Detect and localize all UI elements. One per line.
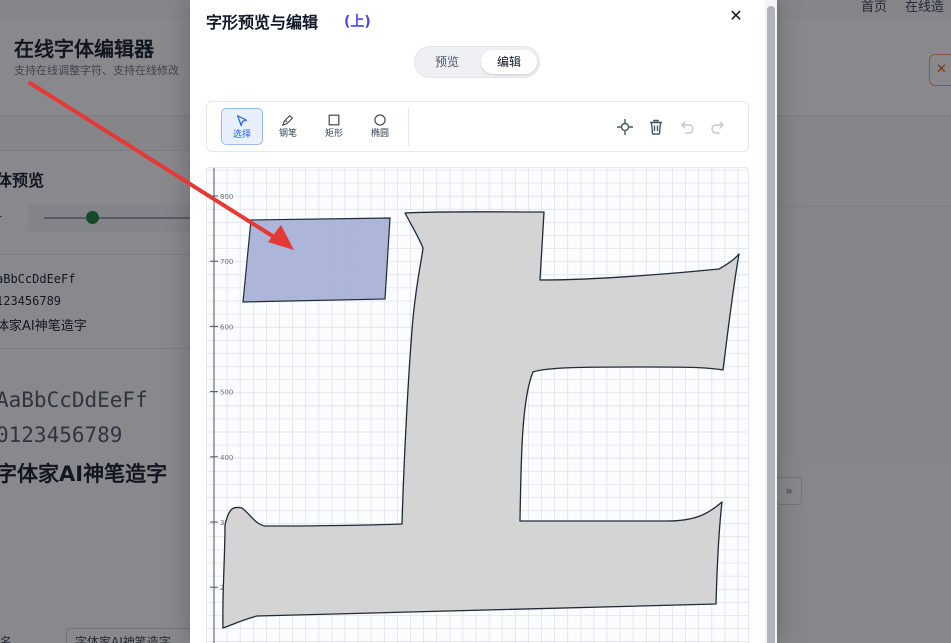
crosshair-icon[interactable] bbox=[615, 117, 635, 137]
modal-title: 字形预览与编辑 bbox=[206, 13, 319, 32]
toolbar-separator bbox=[408, 108, 409, 146]
modal-scrollbar[interactable] bbox=[765, 0, 777, 643]
modal-scrollbar-thumb[interactable] bbox=[767, 6, 775, 643]
glyph-char-label: (上) bbox=[344, 14, 371, 30]
glyph-canvas-svg[interactable]: 800700600500400300200 bbox=[207, 168, 749, 643]
square-icon bbox=[328, 114, 340, 126]
tool-pen-label: 钢笔 bbox=[278, 129, 297, 139]
mode-toggle: 预览 编辑 bbox=[414, 46, 540, 78]
glyph-canvas[interactable]: 800700600500400300200 bbox=[206, 167, 749, 643]
tab-preview[interactable]: 预览 bbox=[421, 50, 473, 74]
trash-icon[interactable] bbox=[646, 117, 666, 137]
tool-rect-button[interactable]: 矩形 bbox=[313, 108, 355, 145]
y-axis-label: 700 bbox=[220, 258, 233, 266]
circle-icon bbox=[374, 114, 386, 126]
tool-ellipse-label: 椭圆 bbox=[370, 129, 389, 139]
y-axis-label: 400 bbox=[220, 454, 233, 462]
edit-toolbar: 选择 钢笔 矩形 椭圆 bbox=[206, 101, 749, 152]
selected-shape[interactable] bbox=[242, 217, 391, 303]
tab-edit[interactable]: 编辑 bbox=[481, 50, 537, 74]
tool-ellipse-button[interactable]: 椭圆 bbox=[359, 108, 401, 145]
pen-icon bbox=[282, 115, 293, 126]
y-axis-label: 800 bbox=[220, 193, 233, 201]
tool-select-button[interactable]: 选择 bbox=[221, 108, 263, 145]
y-axis-label: 500 bbox=[220, 389, 233, 397]
tool-select-label: 选择 bbox=[232, 130, 251, 140]
redo-icon[interactable] bbox=[708, 117, 728, 137]
y-axis-label: 600 bbox=[220, 323, 233, 331]
cursor-icon bbox=[237, 115, 247, 126]
close-icon[interactable]: ✕ bbox=[726, 6, 746, 26]
tool-rect-label: 矩形 bbox=[324, 129, 343, 139]
glyph-editor-modal: 字形预览与编辑 (上) ✕ 预览 编辑 选择 钢笔 矩形 椭圆 800 700 … bbox=[190, 0, 777, 643]
undo-icon[interactable] bbox=[677, 117, 697, 137]
tool-pen-button[interactable]: 钢笔 bbox=[267, 108, 309, 145]
